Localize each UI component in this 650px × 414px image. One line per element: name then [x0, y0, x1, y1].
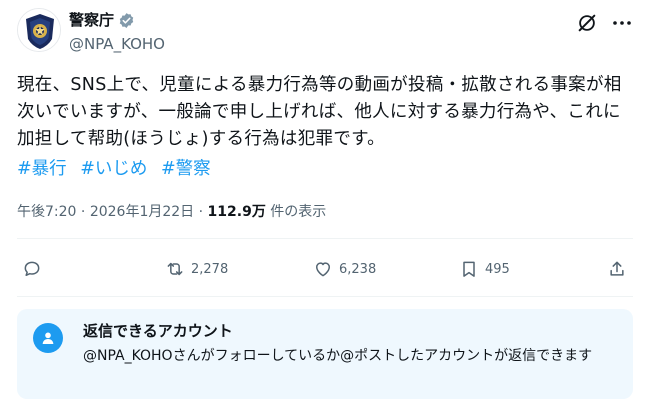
hashtag-link[interactable]: #暴行 — [17, 159, 67, 179]
user-icon — [33, 323, 63, 353]
post-detail: 警察庁 @NPA_KOHO 現在、SNS上で、児童による暴力行為等の動画が投稿・… — [0, 0, 650, 414]
views-count[interactable]: 112.9万 — [208, 204, 266, 220]
repost-count: 2,278 — [191, 261, 229, 277]
post-text: 現在、SNS上で、児童による暴力行為等の動画が投稿・拡散される事案が相次いでいま… — [17, 75, 622, 149]
divider — [17, 296, 633, 297]
hashtag-link[interactable]: #警察 — [161, 159, 211, 179]
views-label: 件の表示 — [270, 204, 327, 220]
like-button[interactable]: 6,238 — [313, 257, 376, 281]
divider — [17, 238, 633, 239]
police-emblem-avatar — [18, 9, 60, 51]
reply-restriction-description: @NPA_KOHOさんがフォローしているか@ポストしたアカウントが返信できます — [83, 348, 593, 364]
reply-icon — [24, 261, 40, 276]
grok-icon[interactable] — [576, 12, 598, 34]
hashtag-link[interactable]: #いじめ — [80, 159, 147, 179]
post-time[interactable]: 午後7:20 — [17, 204, 76, 220]
reply-button[interactable] — [22, 257, 48, 281]
meta-separator: · — [198, 204, 204, 220]
post-date[interactable]: 2026年1月22日 — [90, 204, 194, 220]
hashtags: #暴行 #いじめ #警察 — [17, 156, 219, 183]
handle[interactable]: @NPA_KOHO — [69, 34, 165, 54]
like-icon — [316, 262, 330, 277]
repost-button[interactable]: 2,278 — [165, 257, 228, 281]
avatar[interactable] — [17, 8, 61, 52]
bookmark-icon — [463, 261, 475, 277]
more-icon[interactable] — [610, 12, 634, 34]
display-name[interactable]: 警察庁 — [69, 10, 114, 30]
share-icon — [610, 261, 624, 276]
reply-restriction-title: 返信できるアカウント — [83, 322, 233, 340]
post-meta: 午後7:20 · 2026年1月22日 · 112.9万 件の表示 — [17, 202, 326, 222]
reply-restriction-box: 返信できるアカウント @NPA_KOHOさんがフォローしているか@ポストしたアカ… — [17, 309, 633, 399]
verified-badge-icon[interactable] — [118, 12, 135, 29]
bookmark-button[interactable]: 495 — [459, 257, 510, 281]
meta-separator: · — [80, 204, 86, 220]
name-row: 警察庁 — [69, 10, 135, 30]
share-button[interactable] — [607, 257, 627, 281]
bookmark-count: 495 — [485, 261, 510, 277]
like-count: 6,238 — [339, 261, 377, 277]
repost-icon — [167, 262, 183, 276]
